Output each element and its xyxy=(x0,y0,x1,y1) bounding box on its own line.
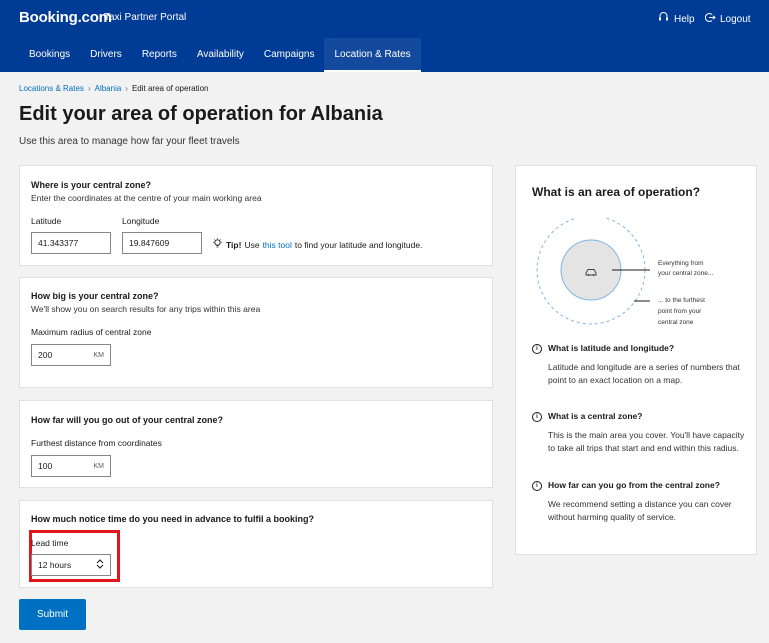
notice-time-title: How much notice time do you need in adva… xyxy=(31,514,315,524)
nav-bookings[interactable]: Bookings xyxy=(19,38,80,72)
faq-question: How far can you go from the central zone… xyxy=(548,480,720,490)
nav-availability[interactable]: Availability xyxy=(187,38,254,72)
longitude-value: 19.847609 xyxy=(129,238,170,248)
help-label: Help xyxy=(674,13,695,25)
lead-time-select[interactable]: 12 hours xyxy=(31,554,111,576)
km-unit: KM xyxy=(93,351,105,359)
furthest-distance-value: 100 xyxy=(38,461,53,471)
help-icon xyxy=(658,12,669,26)
info-icon: i xyxy=(532,344,542,354)
tip-post: to find your latitude and longitude. xyxy=(294,239,423,250)
select-arrows-icon xyxy=(96,559,104,571)
latitude-input[interactable]: 41.343377 xyxy=(31,232,111,254)
zone-size-description: We'll show you on search results for any… xyxy=(31,304,261,314)
longitude-input[interactable]: 19.847609 xyxy=(122,232,202,254)
latitude-label: Latitude xyxy=(31,216,62,226)
nav-drivers[interactable]: Drivers xyxy=(80,38,132,72)
faq-question: What is a central zone? xyxy=(548,411,643,421)
tip-pre: Use xyxy=(244,239,260,250)
car-icon xyxy=(584,264,598,282)
help-link[interactable]: Help xyxy=(658,12,695,26)
tip-bold: Tip! xyxy=(226,239,242,250)
top-bar: Booking.com Taxi Partner Portal Help Log… xyxy=(0,0,769,72)
faq-answer: This is the main area you cover. You'll … xyxy=(548,430,745,453)
max-radius-label: Maximum radius of central zone xyxy=(31,327,152,337)
logout-icon xyxy=(704,12,716,26)
lead-time-value: 12 hours xyxy=(38,560,72,570)
longitude-label: Longitude xyxy=(122,216,160,226)
portal-name: Taxi Partner Portal xyxy=(104,12,187,23)
chevron-right-icon: › xyxy=(125,84,128,93)
lead-time-label: Lead time xyxy=(31,538,69,548)
faq-latlong: i What is latitude and longitude? Latitu… xyxy=(532,342,747,387)
zone-size-card: How big is your central zone? We'll show… xyxy=(19,277,493,388)
central-zone-card: Where is your central zone? Enter the co… xyxy=(19,165,493,266)
max-radius-value: 200 xyxy=(38,350,53,360)
faq-distance: i How far can you go from the central zo… xyxy=(532,479,747,524)
page-subtitle: Use this area to manage how far your fle… xyxy=(19,136,240,147)
info-icon: i xyxy=(532,481,542,491)
faq-question: What is latitude and longitude? xyxy=(548,343,675,353)
nav-campaigns[interactable]: Campaigns xyxy=(254,38,325,72)
outer-zone-label: ... to the furthest point from your cent… xyxy=(658,297,705,326)
logout-label: Logout xyxy=(720,13,751,25)
inner-zone-label: Everything from your central zone... xyxy=(658,260,714,277)
central-zone-title: Where is your central zone? xyxy=(31,180,152,190)
main-nav: Bookings Drivers Reports Availability Ca… xyxy=(19,38,421,72)
tip-text: Tip! Use this tool to find your latitude… xyxy=(212,238,422,251)
brand-logo[interactable]: Booking.com xyxy=(19,9,112,26)
logout-link[interactable]: Logout xyxy=(704,12,751,26)
km-unit: KM xyxy=(93,462,105,470)
info-icon: i xyxy=(532,412,542,422)
info-sidebar: What is an area of operation? Everything… xyxy=(515,165,757,555)
latitude-value: 41.343377 xyxy=(38,238,79,248)
breadcrumb-current: Edit area of operation xyxy=(131,84,209,93)
sidebar-title: What is an area of operation? xyxy=(532,185,701,199)
latlong-tool-link[interactable]: this tool xyxy=(263,240,292,250)
outside-zone-title: How far will you go out of your central … xyxy=(31,415,224,425)
central-zone-description: Enter the coordinates at the centre of y… xyxy=(31,193,262,203)
zone-size-title: How big is your central zone? xyxy=(31,291,159,301)
outside-zone-card: How far will you go out of your central … xyxy=(19,400,493,488)
furthest-distance-label: Furthest distance from coordinates xyxy=(31,438,162,448)
nav-reports[interactable]: Reports xyxy=(132,38,187,72)
breadcrumb: Locations & Rates › Albania › Edit area … xyxy=(19,84,208,93)
page-title: Edit your area of operation for Albania xyxy=(19,103,383,125)
faq-answer: We recommend setting a distance you can … xyxy=(548,499,732,522)
submit-button[interactable]: Submit xyxy=(19,599,86,630)
max-radius-input[interactable]: 200 KM xyxy=(31,344,111,366)
faq-central-zone: i What is a central zone? This is the ma… xyxy=(532,410,747,455)
breadcrumb-locations-rates[interactable]: Locations & Rates xyxy=(19,84,84,93)
furthest-distance-input[interactable]: 100 KM xyxy=(31,455,111,477)
area-diagram: Everything from your central zone... ...… xyxy=(532,218,752,330)
notice-time-card: How much notice time do you need in adva… xyxy=(19,500,493,588)
chevron-right-icon: › xyxy=(87,84,91,93)
lightbulb-icon xyxy=(212,238,223,251)
nav-location-rates[interactable]: Location & Rates xyxy=(324,38,421,72)
breadcrumb-albania[interactable]: Albania xyxy=(95,84,122,93)
faq-answer: Latitude and longitude are a series of n… xyxy=(548,362,740,385)
